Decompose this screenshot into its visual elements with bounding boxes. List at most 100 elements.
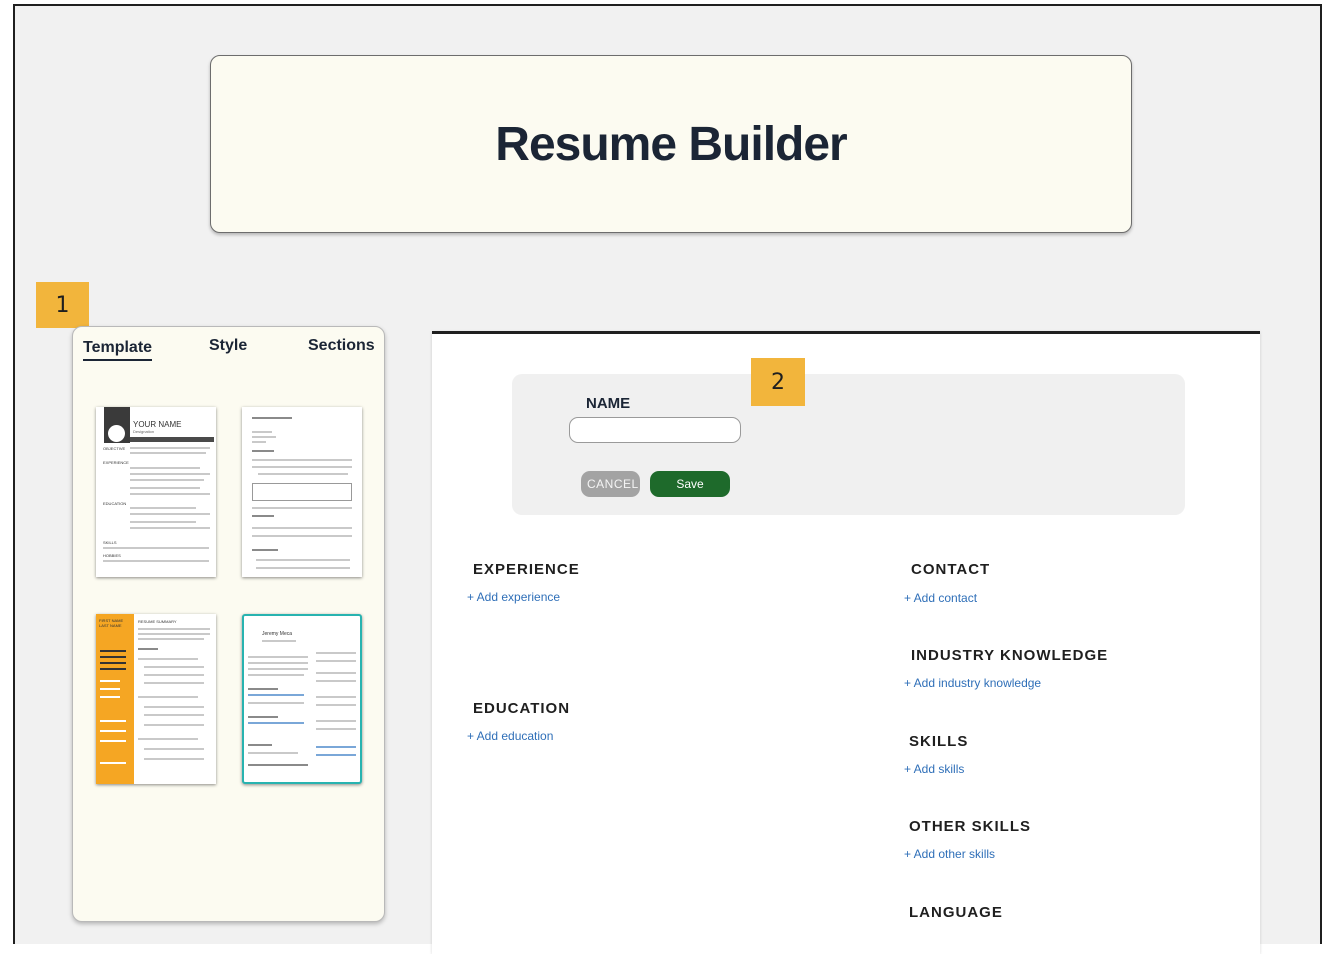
text-line xyxy=(100,650,126,652)
text-line xyxy=(144,706,204,708)
text-line xyxy=(130,467,200,469)
text-line xyxy=(316,680,356,682)
text-line xyxy=(262,640,296,642)
text-line xyxy=(248,688,278,690)
text-line xyxy=(144,758,204,760)
text-line xyxy=(100,720,126,722)
tab-style[interactable]: Style xyxy=(209,337,247,355)
text-line xyxy=(138,648,158,650)
text-line xyxy=(144,748,204,750)
name-label: NAME xyxy=(586,395,631,412)
section-title-contact: CONTACT xyxy=(911,561,991,578)
text-line xyxy=(138,638,204,640)
text-line xyxy=(144,674,204,676)
text-line xyxy=(248,662,308,664)
section-title-skills: SKILLS xyxy=(909,733,969,750)
text-line xyxy=(248,694,304,696)
step-badge-2: 2 xyxy=(751,358,805,406)
add-contact-link[interactable]: + Add contact xyxy=(904,591,977,605)
add-industry-knowledge-link[interactable]: + Add industry knowledge xyxy=(904,676,1041,690)
save-button[interactable]: Save xyxy=(650,471,730,497)
add-education-link[interactable]: + Add education xyxy=(467,729,553,743)
template-1-section-hobbies: HOBBIES xyxy=(103,553,121,558)
text-line xyxy=(252,417,292,419)
text-line xyxy=(316,696,356,698)
text-line xyxy=(252,549,278,551)
template-3-sidebar xyxy=(96,614,134,784)
text-line xyxy=(100,740,126,742)
text-line xyxy=(100,656,126,658)
text-line xyxy=(252,466,352,468)
section-title-experience: EXPERIENCE xyxy=(473,561,580,578)
add-skills-link[interactable]: + Add skills xyxy=(904,762,964,776)
section-title-industry-knowledge: INDUSTRY KNOWLEDGE xyxy=(911,647,1109,664)
header-card: Resume Builder xyxy=(210,55,1132,233)
name-input[interactable] xyxy=(569,417,741,443)
section-title-education: EDUCATION xyxy=(473,700,571,717)
text-line xyxy=(316,652,356,654)
text-line xyxy=(144,666,204,668)
name-form: NAME CANCEL Save xyxy=(512,374,1185,515)
text-line xyxy=(130,521,196,523)
text-line xyxy=(316,728,356,730)
template-1-bar xyxy=(130,437,214,442)
text-line xyxy=(138,696,198,698)
cancel-button[interactable]: CANCEL xyxy=(581,471,640,497)
text-line xyxy=(248,764,308,766)
text-line xyxy=(256,559,350,561)
text-line xyxy=(316,704,356,706)
text-line xyxy=(248,752,298,754)
text-line xyxy=(100,762,126,764)
text-line xyxy=(252,515,274,517)
text-line xyxy=(316,746,356,748)
text-line xyxy=(252,459,352,461)
text-line xyxy=(130,527,210,529)
template-panel: Template Style Sections YOUR NAME Design… xyxy=(72,326,385,922)
text-line xyxy=(252,527,352,529)
text-line xyxy=(316,660,356,662)
template-3-summary: RESUME SUMMARY xyxy=(138,619,177,624)
template-1-section-skills: SKILLS xyxy=(103,540,117,545)
text-line xyxy=(256,567,350,569)
template-1-name: YOUR NAME xyxy=(133,420,182,429)
text-line xyxy=(144,724,204,726)
template-2-table xyxy=(252,483,352,501)
text-line xyxy=(130,507,196,509)
text-line xyxy=(252,450,274,452)
avatar-icon xyxy=(108,425,125,442)
text-line xyxy=(138,738,198,740)
text-line xyxy=(138,633,210,635)
text-line xyxy=(252,535,352,537)
section-title-other-skills: OTHER SKILLS xyxy=(909,818,1032,835)
text-line xyxy=(144,682,204,684)
text-line xyxy=(248,668,308,670)
add-experience-link[interactable]: + Add experience xyxy=(467,590,560,604)
text-line xyxy=(103,547,209,549)
text-line xyxy=(144,714,204,716)
text-line xyxy=(100,688,120,690)
text-line xyxy=(248,716,278,718)
template-thumbnail-1[interactable]: YOUR NAME Designation OBJECTIVE EXPERIEN… xyxy=(96,407,216,577)
text-line xyxy=(100,668,126,670)
tab-template[interactable]: Template xyxy=(83,339,153,361)
template-thumbnail-3[interactable]: FIRST NAME LAST NAME RESUME SUMMARY xyxy=(96,614,216,784)
text-line xyxy=(130,513,210,515)
tab-sections[interactable]: Sections xyxy=(308,337,375,355)
text-line xyxy=(130,473,210,475)
template-3-name: FIRST NAME LAST NAME xyxy=(99,618,124,628)
text-line xyxy=(316,672,356,674)
text-line xyxy=(252,436,276,438)
text-line xyxy=(100,730,126,732)
text-line xyxy=(248,656,308,658)
text-line xyxy=(248,744,272,746)
text-line xyxy=(100,696,120,698)
text-line xyxy=(252,431,272,433)
text-line xyxy=(252,507,352,509)
add-other-skills-link[interactable]: + Add other skills xyxy=(904,847,995,861)
template-1-section-education: EDUCATION xyxy=(103,501,127,506)
text-line xyxy=(100,680,120,682)
template-thumbnail-2[interactable] xyxy=(242,407,362,577)
section-title-language: LANGUAGE xyxy=(909,904,1003,921)
template-thumbnail-4-selected[interactable]: Jeremy Meca xyxy=(242,614,362,784)
text-line xyxy=(316,754,356,756)
